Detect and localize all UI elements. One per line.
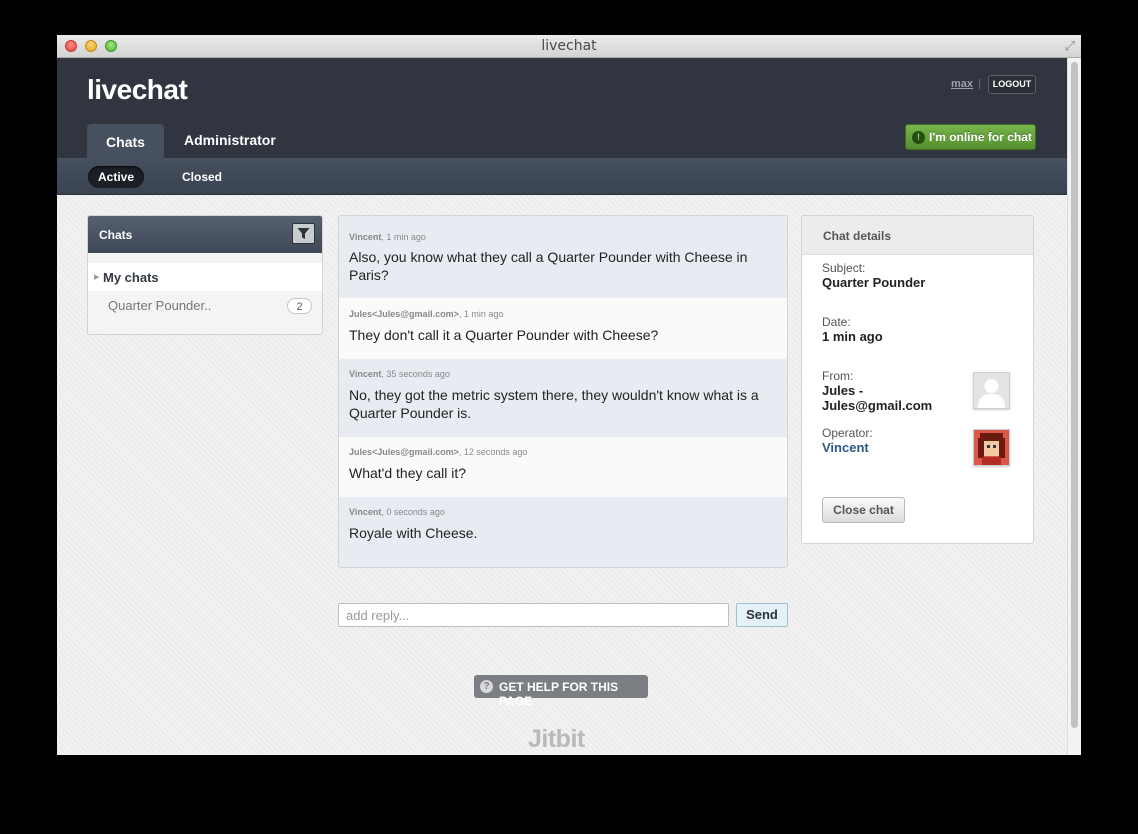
logout-button[interactable]: LOGOUT	[988, 75, 1036, 94]
message-meta: Vincent, 0 seconds ago	[349, 507, 445, 517]
date-value: 1 min ago	[822, 329, 883, 344]
message-item: Jules<Jules@gmail.com>, 12 seconds ago W…	[339, 437, 787, 497]
from-email: Jules@gmail.com	[822, 398, 932, 413]
app-header: livechat max | LOGOUT ! I'm online for c…	[57, 58, 1067, 158]
sidebar-header: Chats	[88, 216, 322, 253]
message-text: Royale with Cheese.	[349, 524, 774, 542]
operator-label: Operator:	[822, 426, 873, 440]
message-item: Vincent, 1 min ago Also, you know what t…	[339, 216, 787, 298]
message-time: , 0 seconds ago	[381, 507, 445, 517]
from-label: From:	[822, 369, 853, 383]
fullscreen-icon[interactable]: ⤢	[1065, 39, 1075, 54]
chat-details-panel: Chat details Subject: Quarter Pounder Da…	[801, 215, 1034, 544]
date-label: Date:	[822, 315, 851, 329]
subnav-active[interactable]: Active	[88, 166, 144, 188]
title-bar[interactable]: livechat ⤢	[57, 35, 1081, 58]
user-link[interactable]: max	[951, 78, 973, 90]
message-meta: Jules<Jules@gmail.com>, 12 seconds ago	[349, 447, 527, 457]
subject-label: Subject:	[822, 261, 865, 275]
operator-pixel-avatar-icon	[974, 430, 1009, 465]
visitor-avatar	[973, 372, 1010, 409]
subject-value: Quarter Pounder	[822, 275, 925, 290]
message-author: Vincent	[349, 232, 381, 242]
message-text: No, they got the metric system there, th…	[349, 386, 774, 422]
expand-arrow-icon: ▶	[94, 273, 99, 281]
message-author: Jules<Jules@gmail.com>	[349, 309, 459, 319]
sidebar-title: Chats	[99, 228, 132, 242]
window-title: livechat	[57, 38, 1081, 54]
scrollbar-thumb[interactable]	[1071, 62, 1078, 728]
operator-link[interactable]: Vincent	[822, 440, 869, 455]
my-chats-group[interactable]: ▶ My chats	[88, 263, 322, 291]
message-author: Jules<Jules@gmail.com>	[349, 447, 459, 457]
sub-navigation: Active Closed	[57, 158, 1067, 195]
header-separator: |	[978, 78, 981, 90]
message-item: Vincent, 35 seconds ago No, they got the…	[339, 359, 787, 437]
online-status-label: I'm online for chat	[929, 130, 1032, 144]
tab-chats[interactable]: Chats	[87, 124, 164, 158]
logo[interactable]: livechat	[87, 74, 187, 106]
message-time: , 12 seconds ago	[459, 447, 528, 457]
message-meta: Vincent, 35 seconds ago	[349, 369, 450, 379]
message-author: Vincent	[349, 369, 381, 379]
filter-icon	[297, 227, 310, 240]
message-time: , 1 min ago	[459, 309, 504, 319]
tab-administrator[interactable]: Administrator	[184, 124, 276, 158]
operator-avatar	[973, 429, 1010, 466]
message-text: Also, you know what they call a Quarter …	[349, 248, 774, 284]
details-header: Chat details	[802, 216, 1033, 255]
subnav-closed[interactable]: Closed	[182, 166, 222, 188]
chat-item-label: Quarter Pounder..	[108, 298, 211, 313]
message-author: Vincent	[349, 507, 381, 517]
app-window: livechat ⤢ livechat max | LOGOUT ! I'm o…	[57, 35, 1081, 755]
page-content: livechat max | LOGOUT ! I'm online for c…	[57, 58, 1067, 755]
message-item: Jules<Jules@gmail.com>, 1 min ago They d…	[339, 298, 787, 359]
message-text: They don't call it a Quarter Pounder wit…	[349, 326, 774, 344]
message-time: , 35 seconds ago	[381, 369, 450, 379]
help-icon: ?	[480, 680, 493, 693]
my-chats-label: My chats	[103, 270, 159, 285]
close-chat-button[interactable]: Close chat	[822, 497, 905, 523]
message-list: Vincent, 1 min ago Also, you know what t…	[338, 215, 788, 568]
message-time: , 1 min ago	[381, 232, 426, 242]
chat-list-item[interactable]: Quarter Pounder.. 2	[88, 291, 322, 321]
status-icon: !	[912, 131, 925, 144]
details-title: Chat details	[823, 229, 891, 243]
from-name: Jules -	[822, 383, 863, 398]
vertical-scrollbar[interactable]	[1067, 58, 1081, 755]
send-button[interactable]: Send	[736, 603, 788, 627]
user-silhouette-icon	[974, 373, 1009, 408]
chats-sidebar: Chats ▶ My chats Quarter Pounder.. 2	[87, 215, 323, 335]
message-item: Vincent, 0 seconds ago Royale with Chees…	[339, 497, 787, 567]
message-meta: Jules<Jules@gmail.com>, 1 min ago	[349, 309, 503, 319]
reply-input[interactable]	[338, 603, 729, 627]
help-button[interactable]: ? GET HELP FOR THIS PAGE	[474, 675, 648, 698]
unread-count-badge: 2	[287, 298, 312, 314]
message-text: What'd they call it?	[349, 464, 774, 482]
help-label: GET HELP FOR THIS PAGE	[499, 680, 648, 708]
filter-button[interactable]	[292, 223, 315, 244]
online-status-button[interactable]: ! I'm online for chat	[905, 124, 1036, 150]
brand-logo: Jitbit	[528, 725, 585, 754]
message-meta: Vincent, 1 min ago	[349, 232, 426, 242]
